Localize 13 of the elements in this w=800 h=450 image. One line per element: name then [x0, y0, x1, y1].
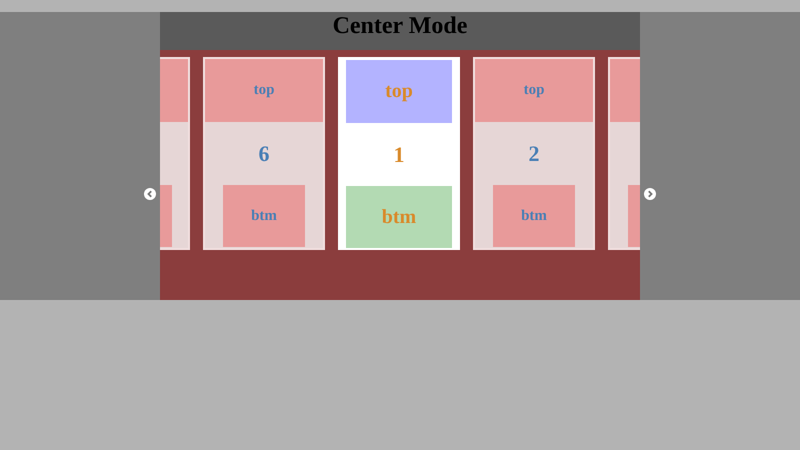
- page-title: Center Mode: [332, 12, 468, 40]
- bottom-panel: btm: [493, 185, 575, 247]
- top-panel: top: [205, 59, 323, 122]
- top-panel: top: [346, 60, 452, 123]
- slide-card[interactable]: top 1 btm: [338, 57, 460, 250]
- slide-number: 6: [258, 140, 270, 168]
- top-panel: top: [475, 59, 593, 122]
- bottom-panel: btm: [346, 186, 452, 248]
- bottom-panel: btm: [223, 185, 305, 247]
- slide-number: 2: [528, 140, 540, 168]
- slide-card[interactable]: top 6 btm: [203, 57, 325, 250]
- slide-card[interactable]: top 2 btm: [473, 57, 595, 250]
- slide-number: 1: [394, 140, 404, 168]
